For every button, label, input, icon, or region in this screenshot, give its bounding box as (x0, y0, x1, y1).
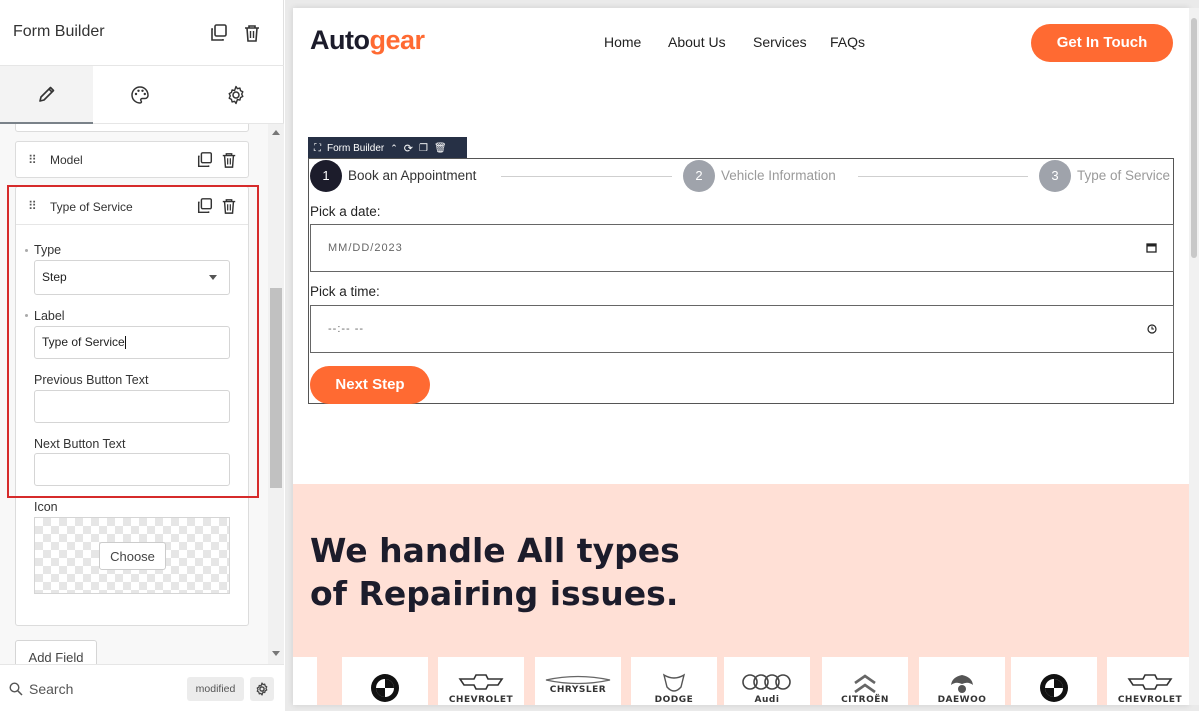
nav-faqs[interactable]: FAQs (830, 34, 865, 50)
repair-section: We handle All types of Repairing issues.… (293, 484, 1189, 705)
site-preview: Autogear Home About Us Services FAQs Get… (293, 8, 1189, 705)
next-step-button[interactable]: Next Step (310, 366, 430, 404)
panel-tabs (0, 66, 284, 124)
gear-icon (228, 85, 243, 105)
brand-card-dodge[interactable]: DODGE (631, 657, 717, 705)
time-input-placeholder: --:-- -- (328, 323, 365, 335)
brand-name: CHEVROLET (448, 695, 514, 705)
calendar-icon[interactable] (1146, 242, 1157, 253)
brand-card-chevrolet[interactable]: CHEVROLET (438, 657, 524, 705)
step-divider (501, 176, 672, 177)
logo-part-1: Auto (310, 25, 370, 55)
field-name-model: Model (50, 153, 83, 167)
preview-scrollbar-thumb[interactable] (1191, 18, 1197, 258)
nav-about-us[interactable]: About Us (668, 34, 726, 50)
drag-handle-icon[interactable]: ⠿ (28, 153, 37, 167)
status-badge: modified (187, 677, 244, 701)
scroll-up-icon[interactable] (272, 130, 280, 135)
chevrolet-logo-icon (1127, 674, 1173, 690)
get-in-touch-button[interactable]: Get In Touch (1031, 24, 1173, 62)
palette-icon (130, 86, 149, 104)
highlight-box (7, 185, 259, 498)
trash-icon[interactable] (243, 23, 263, 43)
bmw-logo-icon (1040, 674, 1068, 702)
date-input[interactable]: MM/DD/2023 (310, 224, 1174, 272)
duplicate-icon[interactable]: ❐ (419, 143, 428, 154)
date-label: Pick a date: (310, 204, 381, 219)
step-3-number[interactable]: 3 (1039, 160, 1071, 192)
panel-scrollbar[interactable] (268, 124, 284, 664)
date-input-placeholder: MM/DD/2023 (328, 242, 403, 254)
brand-card[interactable] (293, 657, 317, 705)
clock-icon[interactable] (1147, 324, 1157, 334)
icon-picker[interactable]: Choose (34, 517, 230, 594)
brand-name: CHRYSLER (549, 685, 607, 695)
form-widget: 1 Book an Appointment 2 Vehicle Informat… (308, 158, 1174, 404)
step-3-label: Type of Service (1077, 168, 1171, 183)
search-icon[interactable] (9, 682, 23, 696)
editor-panel: Form Builder ⠿ Model ⠿ Type of Service T… (0, 0, 284, 711)
previous-field-item[interactable] (15, 124, 249, 132)
step-2-number[interactable]: 2 (683, 160, 715, 192)
chevrolet-logo-icon (458, 674, 504, 690)
dodge-ram-logo-icon (662, 673, 686, 692)
brand-card-citroen[interactable]: CITROËN (822, 657, 908, 705)
brand-name: DODGE (654, 695, 694, 705)
time-label: Pick a time: (310, 284, 380, 299)
brand-name: CHEVROLET (1117, 695, 1183, 705)
audi-logo-icon (742, 674, 791, 690)
brand-card-chevrolet[interactable]: CHEVROLET (1107, 657, 1189, 705)
repair-heading: We handle All types of Repairing issues. (310, 529, 830, 615)
panel-footer: Search modified (0, 664, 284, 711)
brand-name: DAEWOO (937, 695, 987, 705)
gear-icon (256, 682, 268, 696)
panel-title: Form Builder (13, 23, 105, 40)
panel-header: Form Builder (0, 0, 284, 66)
chevron-up-icon[interactable]: ⌃ (390, 143, 398, 154)
time-input[interactable]: --:-- -- (310, 305, 1174, 353)
icon-label: Icon (34, 500, 58, 514)
step-divider (858, 176, 1028, 177)
duplicate-icon[interactable] (209, 23, 229, 43)
step-1-label: Book an Appointment (348, 168, 477, 183)
repair-heading-line-2: of Repairing issues. (310, 574, 679, 613)
tab-style[interactable] (93, 66, 186, 124)
logo-part-2: gear (369, 25, 425, 55)
scrollbar-thumb[interactable] (270, 288, 282, 488)
search-input[interactable]: Search (29, 681, 73, 697)
pencil-icon (38, 86, 54, 102)
tab-advanced[interactable] (189, 66, 282, 124)
trash-icon[interactable] (221, 151, 237, 169)
brand-card-daewoo[interactable]: DAEWOO (919, 657, 1005, 705)
citroen-logo-icon (854, 674, 876, 694)
bmw-logo-icon (371, 674, 399, 702)
widget-toolbar[interactable]: ⛶ Form Builder ⌃ ⟳ ❐ 🗑 (308, 137, 467, 159)
settings-button[interactable] (250, 677, 274, 701)
choose-icon-button[interactable]: Choose (99, 542, 166, 570)
brand-card-chrysler[interactable]: CHRYSLER (535, 657, 621, 705)
trash-icon[interactable]: 🗑 (434, 143, 447, 154)
brand-card-audi[interactable]: Audi (724, 657, 810, 705)
widget-toolbar-title: Form Builder (327, 142, 385, 154)
scroll-down-icon[interactable] (272, 651, 280, 656)
tab-content[interactable] (0, 66, 93, 124)
brand-name: Audi (754, 695, 780, 705)
brand-name: CITROËN (841, 695, 889, 705)
brand-card-bmw[interactable] (342, 657, 428, 705)
nav-services[interactable]: Services (753, 34, 807, 50)
repair-heading-line-1: We handle All types (310, 531, 680, 570)
nav-home[interactable]: Home (604, 34, 641, 50)
step-1-number[interactable]: 1 (310, 160, 342, 192)
move-icon[interactable]: ⛶ (314, 143, 321, 154)
field-item-model[interactable]: ⠿ Model (15, 141, 249, 178)
step-2-label: Vehicle Information (721, 168, 836, 183)
duplicate-icon[interactable] (196, 151, 214, 169)
refresh-icon[interactable]: ⟳ (404, 142, 413, 155)
brand-card-bmw[interactable] (1011, 657, 1097, 705)
daewoo-logo-icon (951, 675, 973, 693)
site-logo[interactable]: Autogear (310, 25, 425, 56)
